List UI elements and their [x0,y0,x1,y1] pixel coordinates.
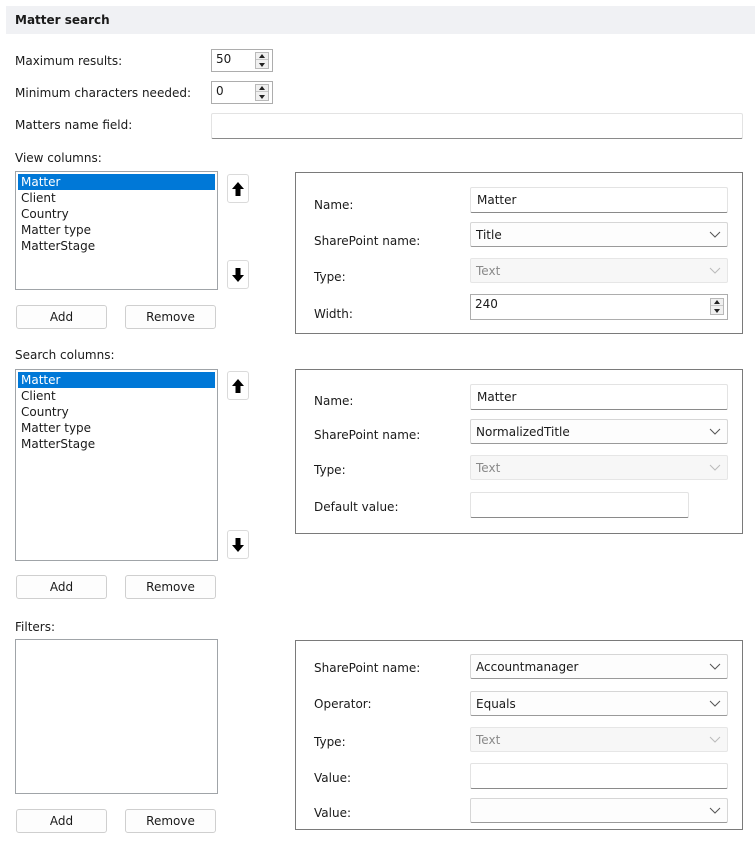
min-chars-spinner[interactable]: 0 [211,81,273,104]
min-chars-value[interactable]: 0 [216,84,224,98]
search-name-value[interactable]: Matter [477,390,516,404]
list-item[interactable]: Matter type [18,222,215,238]
matters-name-field-input[interactable] [211,113,743,139]
list-item[interactable]: Matter [18,372,215,388]
list-item[interactable]: MatterStage [18,238,215,254]
default-value-input[interactable] [470,492,689,518]
search-type-value: Text [476,461,501,475]
arrow-up-icon [232,181,244,196]
type-label: Type: [314,270,346,284]
list-item[interactable]: Country [18,404,215,420]
max-results-value[interactable]: 50 [216,52,231,66]
sharepoint-name-label: SharePoint name: [314,234,421,248]
search-sharepoint-name-value: NormalizedTitle [476,425,570,439]
sharepoint-name-label: SharePoint name: [314,428,421,442]
move-down-button[interactable] [227,530,249,559]
view-width-value[interactable]: 240 [475,297,498,311]
chevron-down-icon [709,231,721,238]
name-label: Name: [314,394,354,408]
spin-up-button[interactable] [256,53,268,60]
arrow-up-icon [232,378,244,393]
filters-add-button[interactable]: Add [16,809,107,833]
move-up-button[interactable] [227,174,249,203]
operator-label: Operator: [314,697,372,711]
spinner-buttons[interactable] [255,52,269,69]
filter-value-select[interactable] [470,798,728,823]
search-columns-list[interactable]: Matter Client Country Matter type Matter… [15,369,218,561]
filter-sharepoint-name-value: Accountmanager [476,660,579,674]
spinner-buttons[interactable] [710,298,724,315]
chevron-down-icon [709,267,721,274]
chevron-down-icon [709,807,721,814]
spin-down-button[interactable] [711,307,723,314]
value-label: Value: [314,771,351,785]
arrow-down-icon [714,308,720,313]
filter-type-value: Text [476,733,501,747]
max-results-label: Maximum results: [15,54,123,68]
arrow-down-icon [259,94,265,99]
arrow-up-icon [714,300,720,304]
filter-operator-select[interactable]: Equals [470,691,728,716]
view-sharepoint-name-select[interactable]: Title [470,222,728,247]
chevron-down-icon [709,428,721,435]
view-columns-label: View columns: [15,151,102,165]
view-add-button[interactable]: Add [16,305,107,329]
arrow-up-icon [259,54,265,58]
chevron-down-icon [709,663,721,670]
spin-down-button[interactable] [256,61,268,68]
section-title: Matter search [15,13,110,27]
chevron-down-icon [709,464,721,471]
move-up-button[interactable] [227,371,249,400]
filter-type-select: Text [470,727,728,752]
view-width-spinner[interactable]: 240 [470,294,728,320]
default-value-label: Default value: [314,500,399,514]
list-item[interactable]: Matter type [18,420,215,436]
list-item[interactable]: Client [18,190,215,206]
view-remove-button[interactable]: Remove [125,305,216,329]
view-name-value[interactable]: Matter [477,193,516,207]
max-results-spinner[interactable]: 50 [211,49,273,72]
filter-operator-value: Equals [476,697,516,711]
width-label: Width: [314,307,353,321]
search-remove-button[interactable]: Remove [125,575,216,599]
list-item[interactable]: Client [18,388,215,404]
name-label: Name: [314,198,354,212]
view-name-input[interactable]: Matter [470,187,728,213]
filters-list[interactable] [15,639,218,794]
arrow-up-icon [259,86,265,90]
view-type-select: Text [470,258,728,283]
spin-up-button[interactable] [711,299,723,306]
view-type-value: Text [476,264,501,278]
type-label: Type: [314,735,346,749]
filter-sharepoint-name-select[interactable]: Accountmanager [470,654,728,679]
search-name-input[interactable]: Matter [470,384,728,410]
spinner-buttons[interactable] [255,84,269,101]
search-sharepoint-name-select[interactable]: NormalizedTitle [470,419,728,444]
arrow-down-icon [232,537,244,552]
filters-remove-button[interactable]: Remove [125,809,216,833]
value-label: Value: [314,806,351,820]
move-down-button[interactable] [227,260,249,289]
list-item[interactable]: Country [18,206,215,222]
spin-down-button[interactable] [256,93,268,100]
search-add-button[interactable]: Add [16,575,107,599]
sharepoint-name-label: SharePoint name: [314,661,421,675]
spin-up-button[interactable] [256,85,268,92]
chevron-down-icon [709,700,721,707]
view-sharepoint-name-value: Title [476,228,502,242]
filter-value-input[interactable] [470,763,728,789]
section-header: Matter search [6,6,755,34]
filters-label: Filters: [15,620,56,634]
min-chars-label: Minimum characters needed: [15,86,191,100]
type-label: Type: [314,463,346,477]
search-type-select: Text [470,455,728,480]
arrow-down-icon [232,267,244,282]
search-columns-label: Search columns: [15,348,115,362]
name-field-label: Matters name field: [15,118,133,132]
list-item[interactable]: MatterStage [18,436,215,452]
view-columns-list[interactable]: Matter Client Country Matter type Matter… [15,171,218,290]
arrow-down-icon [259,62,265,67]
list-item[interactable]: Matter [18,174,215,190]
chevron-down-icon [709,736,721,743]
